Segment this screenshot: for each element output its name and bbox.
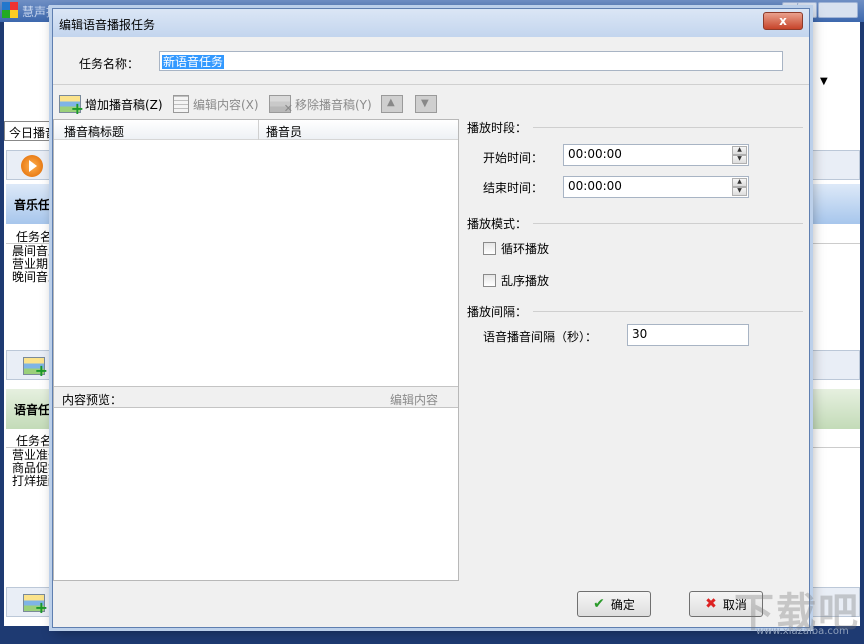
play-toolbar: [6, 150, 56, 180]
col-announcer[interactable]: 播音员: [266, 123, 302, 140]
start-time-field[interactable]: 00:00:00 ▲ ▼: [563, 144, 749, 166]
task-name-row: 任务名称： 新语音任务: [53, 45, 809, 85]
task-name-value: 新语音任务: [162, 55, 225, 69]
script-list-pane: 播音稿标题 播音员 内容预览： 编辑内容: [53, 119, 459, 581]
task-name-label: 任务名称：: [79, 57, 140, 71]
preview-label: 内容预览：: [62, 393, 123, 407]
window-border-left: [0, 22, 4, 626]
column-divider[interactable]: [258, 120, 259, 140]
remove-script-button[interactable]: 移除播音稿(Y): [269, 93, 372, 115]
move-up-icon: [381, 95, 403, 113]
move-up-button[interactable]: [381, 93, 407, 115]
tab-today[interactable]: 今日播音: [4, 121, 56, 141]
schedule-group-title: 播放时段：: [467, 121, 528, 135]
main-close-button[interactable]: [818, 2, 858, 18]
play-icon[interactable]: [21, 155, 43, 177]
shuffle-label: 乱序播放: [501, 274, 550, 288]
dialog-titlebar: 编辑语音播报任务 x: [53, 9, 809, 37]
dialog-close-button[interactable]: x: [763, 12, 803, 30]
script-toolbar: 增加播音稿(Z) 编辑内容(X) 移除播音稿(Y): [53, 91, 809, 118]
start-time-label: 开始时间：: [483, 151, 544, 165]
script-list-header: 播音稿标题 播音员: [54, 120, 458, 140]
play-toolbar-right: [808, 150, 860, 180]
add-script-button[interactable]: 增加播音稿(Z): [59, 93, 163, 118]
end-time-field[interactable]: 00:00:00 ▲ ▼: [563, 176, 749, 198]
start-time-value: 00:00:00: [568, 147, 622, 161]
document-icon: [173, 95, 189, 113]
shuffle-checkbox-box[interactable]: [483, 274, 496, 287]
end-time-label: 结束时间：: [483, 181, 544, 195]
add-music-icon[interactable]: [23, 357, 48, 380]
edit-content-label: 编辑内容(X): [193, 97, 259, 112]
watermark-url: www.xiazaiba.com: [756, 626, 849, 637]
group-divider: [533, 223, 803, 224]
group-divider: [533, 127, 803, 128]
dialog-title: 编辑语音播报任务: [59, 18, 156, 32]
shuffle-checkbox[interactable]: 乱序播放: [483, 272, 549, 289]
interval-group-title: 播放间隔：: [467, 305, 528, 319]
ok-button[interactable]: ✔ 确定: [577, 591, 651, 617]
loop-label: 循环播放: [501, 242, 550, 256]
triangle-down-icon[interactable]: ▼: [820, 76, 828, 87]
edit-voice-task-dialog: 编辑语音播报任务 x 任务名称： 新语音任务 增加播音稿(Z) 编辑内容(X) …: [52, 8, 810, 628]
preview-edit-link[interactable]: 编辑内容: [390, 391, 438, 408]
col-script-title[interactable]: 播音稿标题: [64, 123, 124, 140]
end-time-value: 00:00:00: [568, 179, 622, 193]
remove-script-icon: [269, 95, 293, 115]
interval-input[interactable]: 30: [627, 324, 749, 346]
add-script-label: 增加播音稿(Z): [85, 97, 163, 112]
window-border-right: [860, 22, 864, 626]
settings-pane: 播放时段： 开始时间： 00:00:00 ▲ ▼ 结束时间： 00:00:00 ▲…: [461, 119, 807, 359]
move-down-button[interactable]: [415, 93, 441, 115]
remove-script-label: 移除播音稿(Y): [295, 97, 372, 112]
content-preview: [54, 409, 458, 580]
cross-icon: ✖: [705, 596, 717, 612]
loop-checkbox[interactable]: 循环播放: [483, 240, 549, 257]
add-voice-icon[interactable]: [23, 594, 48, 617]
checkmark-icon: ✔: [593, 596, 605, 612]
app-logo-icon: [2, 2, 18, 18]
preview-header: 内容预览： 编辑内容: [54, 386, 458, 408]
mode-group-title: 播放模式：: [467, 217, 528, 231]
group-divider: [533, 311, 803, 312]
ok-label: 确定: [610, 597, 635, 612]
add-script-icon: [59, 95, 84, 118]
loop-checkbox-box[interactable]: [483, 242, 496, 255]
end-time-spinner[interactable]: ▲ ▼: [732, 178, 747, 196]
edit-content-button[interactable]: 编辑内容(X): [173, 93, 259, 115]
move-down-icon: [415, 95, 437, 113]
start-time-spinner[interactable]: ▲ ▼: [732, 146, 747, 164]
task-name-input[interactable]: 新语音任务: [159, 51, 783, 71]
interval-label: 语音播音间隔（秒）：: [483, 330, 598, 344]
